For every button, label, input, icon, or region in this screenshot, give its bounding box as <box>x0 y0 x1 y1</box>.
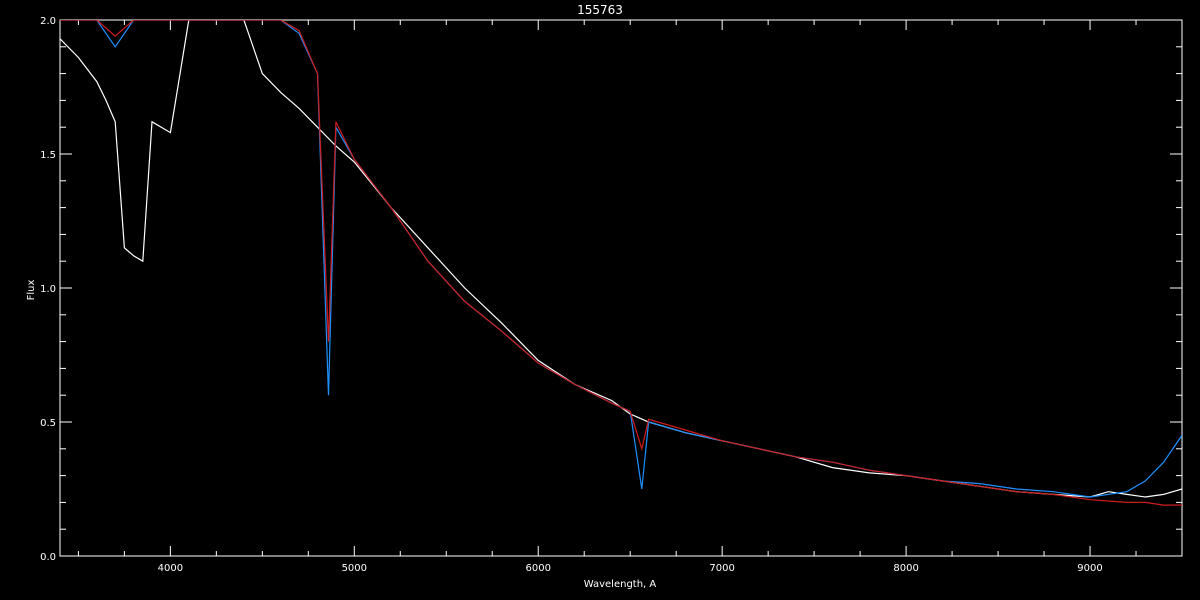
spectrum-plot: 155763 4000 5000 6000 7000 8000 9000 0.0 0.5 1.… <box>0 0 1200 600</box>
y-tick-label: 1.5 <box>40 150 56 161</box>
x-tick-label: 7000 <box>709 563 734 574</box>
plot-background <box>0 0 1200 600</box>
x-tick-label: 6000 <box>526 563 551 574</box>
x-tick-label: 5000 <box>342 563 367 574</box>
y-tick-label: 2.0 <box>40 16 56 27</box>
y-tick-label: 0.5 <box>40 418 56 429</box>
y-tick-label: 0.0 <box>40 552 56 563</box>
y-tick-label: 1.0 <box>40 284 56 295</box>
y-axis-title: Flux <box>26 280 37 301</box>
x-tick-label: 9000 <box>1077 563 1102 574</box>
chart-title: 155763 <box>577 3 623 17</box>
x-tick-label: 4000 <box>158 563 183 574</box>
x-tick-label: 8000 <box>893 563 918 574</box>
x-axis-title: Wavelength, A <box>584 579 657 590</box>
